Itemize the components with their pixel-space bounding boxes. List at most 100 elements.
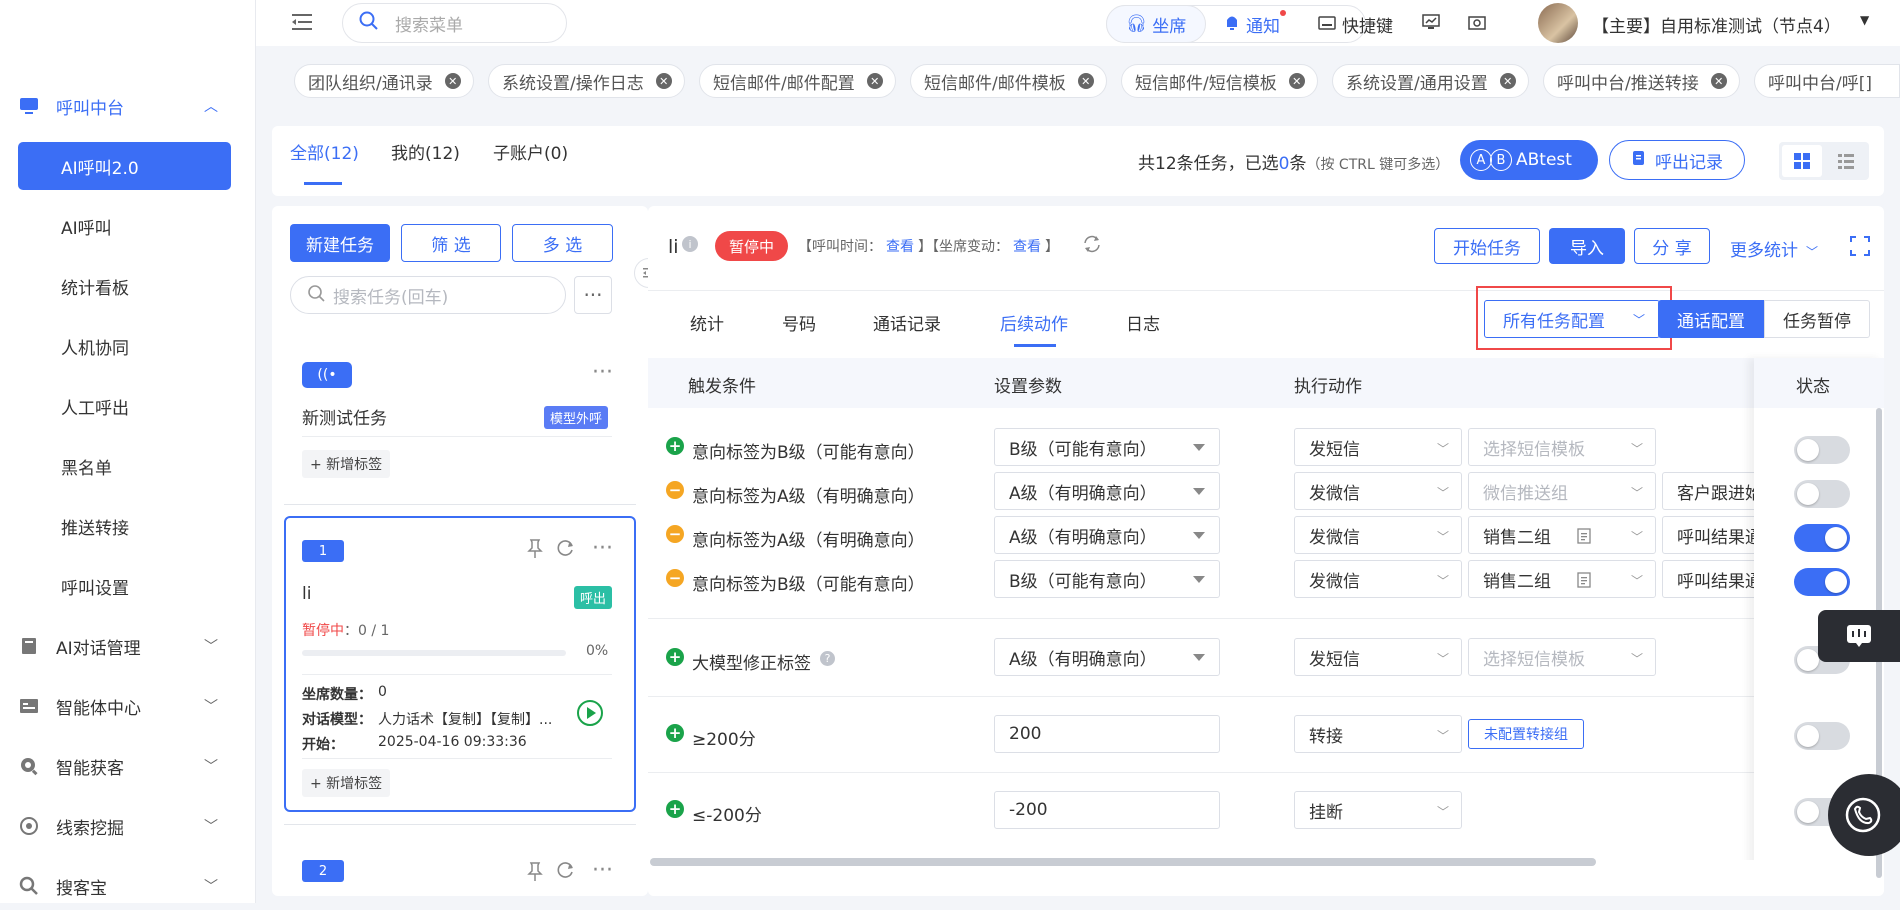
filter-button[interactable]: 筛 选 xyxy=(401,224,501,262)
more-stats-dropdown[interactable]: 更多统计 ﹀ xyxy=(1730,236,1818,261)
sidebar-item-manual-call[interactable]: 人工呼出 xyxy=(18,382,231,430)
share-button[interactable]: 分 享 xyxy=(1634,228,1710,264)
call-record-button[interactable]: 呼出记录 xyxy=(1609,140,1745,180)
template-select[interactable]: 选择短信模板 ﹀ xyxy=(1468,428,1656,466)
action-select[interactable]: 发微信 ﹀ xyxy=(1294,472,1462,510)
seat-button[interactable]: 🎧︎ 坐席 xyxy=(1106,5,1206,43)
score-input[interactable]: 200 xyxy=(994,715,1220,753)
menu-search-input[interactable]: 搜索菜单 xyxy=(342,3,567,43)
subtab-stats[interactable]: 统计 xyxy=(690,310,724,335)
import-button[interactable]: 导入 xyxy=(1549,228,1625,264)
grid-view-icon[interactable] xyxy=(1782,145,1822,177)
open-tab[interactable]: 短信邮件/邮件模板 ✕ xyxy=(910,64,1107,98)
template-select[interactable]: 选择短信模板 ﹀ xyxy=(1468,638,1656,676)
status-toggle[interactable] xyxy=(1794,480,1850,508)
param-select[interactable]: A级（有明确意向） xyxy=(994,472,1220,510)
task-pause-button[interactable]: 任务暂停 xyxy=(1764,300,1870,338)
action-select[interactable]: 发短信 ﹀ xyxy=(1294,638,1462,676)
tab-mine[interactable]: 我的(12) xyxy=(391,139,460,164)
chat-widget-icon[interactable] xyxy=(1818,610,1900,662)
sidebar-group-agent-center[interactable]: 智能体中心 ﹀ xyxy=(18,682,232,730)
task-card-title[interactable]: 新测试任务 xyxy=(302,404,387,429)
close-icon[interactable]: ✕ xyxy=(1077,73,1094,89)
close-icon[interactable]: ✕ xyxy=(444,73,461,89)
subtab-numbers[interactable]: 号码 xyxy=(782,310,816,335)
remove-icon[interactable]: − xyxy=(666,481,684,499)
sidebar-item-ai-call[interactable]: AI呼叫 xyxy=(18,202,231,250)
account-label[interactable]: 【主要】自用标准测试（节点4） xyxy=(1592,12,1841,37)
card-more-icon[interactable]: ··· xyxy=(592,538,613,560)
subtab-call-records[interactable]: 通话记录 xyxy=(873,310,941,335)
status-toggle[interactable] xyxy=(1794,722,1850,750)
action-select[interactable]: 发微信 ﹀ xyxy=(1294,516,1462,554)
param-select[interactable]: A级（有明确意向） xyxy=(994,638,1220,676)
monitor-icon[interactable] xyxy=(1422,14,1440,35)
sync-icon[interactable] xyxy=(1082,234,1102,259)
sidebar-group-ai-dialog[interactable]: AI对话管理 ﹀ xyxy=(18,622,232,670)
sidebar-item-blacklist[interactable]: 黑名单 xyxy=(18,442,231,490)
play-icon[interactable] xyxy=(577,700,603,726)
action-select[interactable]: 发微信 ﹀ xyxy=(1294,560,1462,598)
pin-icon[interactable] xyxy=(526,539,544,564)
status-toggle[interactable] xyxy=(1794,436,1850,464)
card-more-icon[interactable]: ··· xyxy=(592,362,613,384)
sidebar-item-ai-call-2[interactable]: AI呼叫2.0 xyxy=(18,142,231,190)
new-task-button[interactable]: 新建任务 xyxy=(290,224,390,262)
sidebar-item-push-transfer[interactable]: 推送转接 xyxy=(18,502,231,550)
open-tab[interactable]: 团队组织/通讯录 ✕ xyxy=(294,64,474,98)
action-select[interactable]: 转接 ﹀ xyxy=(1294,715,1462,753)
close-icon[interactable]: ✕ xyxy=(1288,73,1305,89)
open-tab[interactable]: 系统设置/通用设置 ✕ xyxy=(1332,64,1529,98)
avatar[interactable] xyxy=(1538,3,1578,43)
close-icon[interactable]: ✕ xyxy=(866,73,883,89)
refresh-icon[interactable] xyxy=(556,538,576,563)
add-icon[interactable]: + xyxy=(666,648,684,666)
close-icon[interactable]: ✕ xyxy=(655,73,672,89)
sidebar-item-collab[interactable]: 人机协同 xyxy=(18,322,231,370)
subtab-logs[interactable]: 日志 xyxy=(1126,310,1160,335)
collapse-menu-icon[interactable] xyxy=(292,12,314,37)
add-icon[interactable]: + xyxy=(666,800,684,818)
configure-transfer-group-button[interactable]: 未配置转接组 xyxy=(1468,719,1584,749)
camera-icon[interactable] xyxy=(1468,14,1486,35)
add-tag-button[interactable]: + 新增标签 xyxy=(302,450,391,478)
tab-sub-accounts[interactable]: 子账户(0) xyxy=(493,139,568,164)
horizontal-scrollbar[interactable] xyxy=(650,858,1596,866)
view-seat-change-link[interactable]: 查看 xyxy=(1013,239,1041,255)
param-select[interactable]: B级（可能有意向） xyxy=(994,560,1220,598)
remove-icon[interactable]: − xyxy=(666,569,684,587)
shortcut-button[interactable]: 快捷键 xyxy=(1318,12,1393,37)
open-tab[interactable]: 系统设置/操作日志 ✕ xyxy=(488,64,685,98)
start-task-button[interactable]: 开始任务 xyxy=(1434,228,1540,264)
wechat-group-select[interactable]: 微信推送组 ﹀ xyxy=(1468,472,1656,510)
sidebar-item-dashboard[interactable]: 统计看板 xyxy=(18,262,231,310)
multi-select-button[interactable]: 多 选 xyxy=(512,224,613,262)
card-more-icon[interactable]: ··· xyxy=(592,860,613,882)
abtest-button[interactable]: A B ABtest xyxy=(1460,140,1598,180)
param-select[interactable]: B级（可能有意向） xyxy=(994,428,1220,466)
add-icon[interactable]: + xyxy=(666,437,684,455)
help-icon[interactable]: ? xyxy=(820,651,835,666)
sidebar-group-call-center[interactable]: 呼叫中台 ︿ xyxy=(18,82,232,130)
task-search-input[interactable]: 搜索任务(回车) xyxy=(290,276,566,314)
action-select[interactable]: 发短信 ﹀ xyxy=(1294,428,1462,466)
open-tab[interactable]: 呼叫中台/推送转接 ✕ xyxy=(1543,64,1740,98)
info-icon[interactable]: i xyxy=(682,236,698,252)
tab-all[interactable]: 全部(12) xyxy=(290,139,359,164)
more-options-icon[interactable]: ··· xyxy=(574,276,612,314)
add-tag-button[interactable]: + 新增标签 xyxy=(302,769,391,797)
close-icon[interactable]: ✕ xyxy=(1710,73,1727,89)
pin-icon[interactable] xyxy=(526,862,544,887)
support-widget-icon[interactable] xyxy=(1828,774,1900,856)
sidebar-group-lead-mining[interactable]: 线索挖掘 ﹀ xyxy=(18,802,232,850)
score-input[interactable]: -200 xyxy=(994,791,1220,829)
caret-down-icon[interactable]: ▼ xyxy=(1860,13,1869,27)
status-toggle[interactable] xyxy=(1794,524,1850,552)
param-select[interactable]: A级（有明确意向） xyxy=(994,516,1220,554)
call-config-button[interactable]: 通话配置 xyxy=(1658,300,1764,338)
list-view-icon[interactable] xyxy=(1826,145,1866,177)
add-icon[interactable]: + xyxy=(666,724,684,742)
config-scope-dropdown[interactable]: 所有任务配置 ﹀ xyxy=(1484,300,1660,338)
fullscreen-icon[interactable] xyxy=(1850,236,1870,261)
open-tab[interactable]: 短信邮件/短信模板 ✕ xyxy=(1121,64,1318,98)
